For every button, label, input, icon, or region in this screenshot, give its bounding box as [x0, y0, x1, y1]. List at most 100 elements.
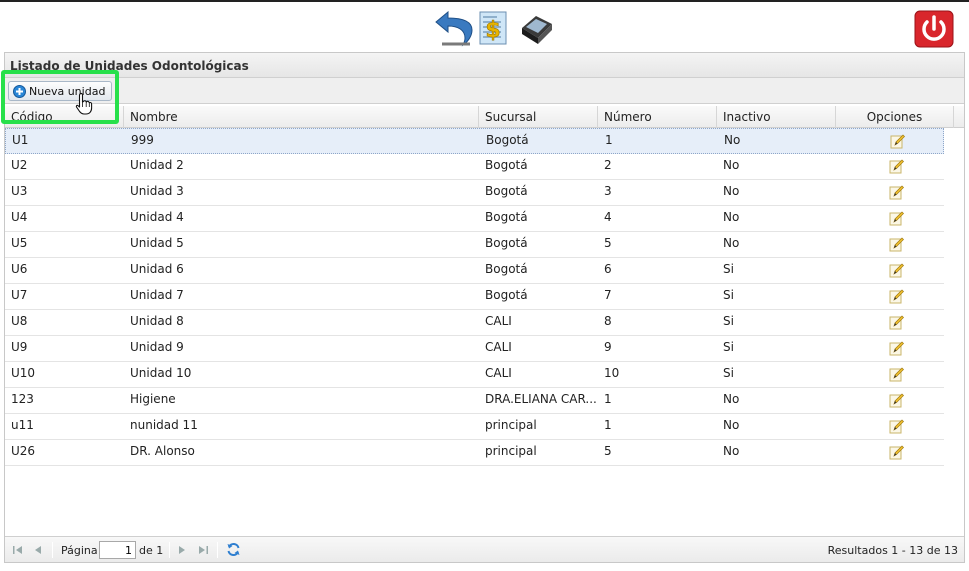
panel-title: Listado de Unidades Odontológicas	[5, 53, 964, 78]
edit-icon[interactable]	[889, 367, 904, 382]
edit-icon[interactable]	[889, 237, 904, 252]
edit-icon[interactable]	[889, 315, 904, 330]
cell-inactivo: Si	[723, 366, 734, 380]
table-row[interactable]: U1 999 Bogotá 1 No	[5, 128, 944, 154]
top-toolbar: $	[0, 0, 969, 50]
cell-inactivo: No	[723, 418, 740, 432]
page-count-label: de 1	[139, 544, 164, 557]
edit-icon[interactable]	[889, 341, 904, 356]
cell-codigo: U2	[11, 158, 28, 172]
cell-nombre: nunidad 11	[130, 418, 198, 432]
edit-icon[interactable]	[889, 445, 904, 460]
table-row[interactable]: U8 Unidad 8 CALI 8 Si	[5, 310, 944, 336]
cell-nombre: Higiene	[130, 392, 176, 406]
edit-icon[interactable]	[889, 289, 904, 304]
cell-inactivo: No	[723, 184, 740, 198]
prev-page-icon[interactable]	[31, 543, 45, 557]
cell-numero: 1	[604, 418, 612, 432]
grid-toolbar: Nueva unidad	[5, 78, 964, 104]
cell-numero: 4	[604, 210, 612, 224]
cell-numero: 1	[604, 392, 612, 406]
cell-codigo: U7	[11, 288, 28, 302]
edit-icon[interactable]	[889, 185, 904, 200]
edit-icon[interactable]	[889, 419, 904, 434]
cell-numero: 9	[604, 340, 612, 354]
table-row[interactable]: u11 nunidad 11 principal 1 No	[5, 414, 944, 440]
add-icon	[13, 84, 26, 98]
pager-separator	[52, 542, 53, 558]
cell-codigo: U26	[11, 444, 36, 458]
cell-numero: 8	[604, 314, 612, 328]
cell-numero: 10	[604, 366, 620, 380]
cell-inactivo: No	[723, 210, 740, 224]
svg-text:$: $	[485, 18, 500, 43]
cell-codigo: U1	[12, 133, 29, 147]
cell-nombre: Unidad 6	[130, 262, 184, 276]
back-arrow-icon[interactable]	[434, 8, 474, 48]
pager-separator	[169, 542, 170, 558]
dental-device-icon[interactable]	[516, 8, 556, 48]
last-page-icon[interactable]	[196, 543, 210, 557]
edit-icon[interactable]	[889, 159, 904, 174]
col-header-opciones: Opciones	[836, 106, 954, 128]
cell-nombre: Unidad 7	[130, 288, 184, 302]
new-unit-button[interactable]: Nueva unidad	[8, 81, 113, 101]
edit-icon[interactable]	[889, 263, 904, 278]
cell-nombre: Unidad 4	[130, 210, 184, 224]
table-row[interactable]: U26 DR. Alonso principal 5 No	[5, 440, 944, 466]
cell-codigo: U3	[11, 184, 28, 198]
table-row[interactable]: U10 Unidad 10 CALI 10 Si	[5, 362, 944, 388]
table-row[interactable]: U9 Unidad 9 CALI 9 Si	[5, 336, 944, 362]
page-label: Página	[61, 544, 98, 557]
col-header-inactivo[interactable]: Inactivo	[717, 106, 836, 128]
page-number-input[interactable]	[99, 541, 136, 559]
table-row[interactable]: U2 Unidad 2 Bogotá 2 No	[5, 154, 944, 180]
cell-codigo: U10	[11, 366, 36, 380]
cell-sucursal: Bogotá	[485, 262, 528, 276]
power-icon[interactable]	[914, 10, 954, 48]
cell-codigo: U9	[11, 340, 28, 354]
pager: Página de 1 Resultados 1 - 13 de 13	[5, 536, 964, 562]
cell-nombre: Unidad 2	[130, 158, 184, 172]
next-page-icon[interactable]	[175, 543, 189, 557]
table-row[interactable]: U6 Unidad 6 Bogotá 6 Si	[5, 258, 944, 284]
cell-nombre: Unidad 10	[130, 366, 192, 380]
col-header-codigo[interactable]: Código	[5, 106, 124, 128]
results-count: Resultados 1 - 13 de 13	[827, 544, 958, 557]
cell-inactivo: No	[724, 133, 741, 147]
refresh-icon[interactable]	[226, 542, 241, 557]
cell-numero: 2	[604, 158, 612, 172]
cell-sucursal: Bogotá	[485, 158, 528, 172]
edit-icon[interactable]	[890, 134, 905, 149]
cell-inactivo: Si	[723, 340, 734, 354]
col-header-sucursal[interactable]: Sucursal	[479, 106, 598, 128]
table-row[interactable]: U7 Unidad 7 Bogotá 7 Si	[5, 284, 944, 310]
cell-numero: 1	[605, 133, 613, 147]
col-header-nombre[interactable]: Nombre	[124, 106, 479, 128]
cell-sucursal: Bogotá	[485, 184, 528, 198]
cell-sucursal: CALI	[485, 314, 512, 328]
cell-inactivo: Si	[723, 262, 734, 276]
table-row[interactable]: 123 Higiene DRA.ELIANA CAR... 1 No	[5, 388, 944, 414]
cell-inactivo: No	[723, 392, 740, 406]
pager-separator	[217, 542, 218, 558]
cell-sucursal: principal	[485, 444, 537, 458]
cell-nombre: Unidad 5	[130, 236, 184, 250]
first-page-icon[interactable]	[11, 543, 25, 557]
cell-nombre: Unidad 8	[130, 314, 184, 328]
cell-inactivo: No	[723, 236, 740, 250]
cell-inactivo: No	[723, 158, 740, 172]
cell-sucursal: Bogotá	[485, 210, 528, 224]
edit-icon[interactable]	[889, 393, 904, 408]
cell-sucursal: Bogotá	[485, 236, 528, 250]
table-row[interactable]: U3 Unidad 3 Bogotá 3 No	[5, 180, 944, 206]
cell-sucursal: Bogotá	[485, 288, 528, 302]
cell-sucursal: Bogotá	[486, 133, 529, 147]
table-row[interactable]: U4 Unidad 4 Bogotá 4 No	[5, 206, 944, 232]
money-document-icon[interactable]: $	[478, 10, 508, 46]
table-row[interactable]: U5 Unidad 5 Bogotá 5 No	[5, 232, 944, 258]
units-panel: Listado de Unidades Odontológicas Nueva …	[4, 52, 965, 563]
cell-sucursal: CALI	[485, 340, 512, 354]
edit-icon[interactable]	[889, 211, 904, 226]
col-header-numero[interactable]: Número	[598, 106, 717, 128]
